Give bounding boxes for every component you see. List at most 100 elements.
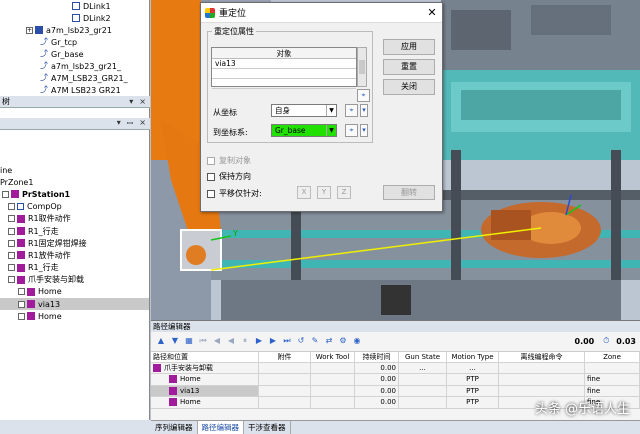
grid-cell[interactable] bbox=[499, 385, 585, 396]
grid-icon[interactable]: ▦ bbox=[183, 335, 195, 347]
grid-cell[interactable] bbox=[259, 362, 311, 373]
panel-close-icon[interactable]: × bbox=[139, 97, 146, 106]
grid-cell[interactable] bbox=[499, 374, 585, 385]
grid-cell[interactable] bbox=[499, 362, 585, 373]
move-down-icon[interactable]: ▼ bbox=[169, 335, 181, 347]
operation-tree-node[interactable]: R1放件动作 bbox=[0, 249, 149, 261]
pick-object-icon[interactable]: ⌖ bbox=[357, 89, 370, 102]
panel-dropdown-icon[interactable]: ▾ bbox=[117, 118, 121, 129]
grid-cell[interactable] bbox=[259, 374, 311, 385]
expand-icon[interactable] bbox=[8, 251, 15, 259]
tree-node[interactable]: ⤴ a7m_lsb23_gr21_ bbox=[0, 60, 149, 72]
expand-icon[interactable]: + bbox=[26, 26, 33, 34]
tree-node[interactable]: ⤴ A7M LSB23 GR21 bbox=[0, 84, 149, 96]
teach-icon[interactable]: ✎ bbox=[309, 335, 321, 347]
grid-cell[interactable]: 0.00 bbox=[355, 374, 399, 385]
path-row[interactable]: Home 0.00 PTP fine bbox=[151, 374, 640, 386]
column-header[interactable]: Motion Type bbox=[447, 352, 499, 362]
grid-cell[interactable] bbox=[311, 385, 355, 396]
axis-z-button[interactable]: Z bbox=[337, 186, 351, 199]
expand-icon[interactable] bbox=[18, 300, 25, 308]
grid-cell[interactable]: 0.00 bbox=[355, 362, 399, 373]
from-frame-select[interactable]: 自身 ▼ bbox=[271, 104, 337, 117]
expand-icon[interactable] bbox=[8, 203, 15, 211]
expand-icon[interactable] bbox=[8, 276, 15, 284]
reset-button[interactable]: 重置 bbox=[383, 59, 435, 75]
expand-icon[interactable] bbox=[18, 312, 25, 320]
grid-cell[interactable]: ... bbox=[399, 362, 447, 373]
grid-cell[interactable]: Home bbox=[151, 397, 259, 408]
translate-only-checkbox[interactable]: 平移仅针对: bbox=[207, 188, 262, 199]
expand-icon[interactable] bbox=[8, 239, 15, 247]
tree-node[interactable]: ⤴ Gr_tcp bbox=[0, 36, 149, 48]
grid-cell[interactable]: fine bbox=[585, 385, 640, 396]
grid-cell[interactable]: 爪手安装与卸载 bbox=[151, 362, 259, 373]
grid-cell[interactable]: 0.00 bbox=[355, 385, 399, 396]
grid-cell[interactable]: Home bbox=[151, 374, 259, 385]
operation-tree-node[interactable]: R1固定焊钳焊接 bbox=[0, 237, 149, 249]
operation-tree-node[interactable]: CompOp bbox=[0, 201, 149, 213]
play-back-icon[interactable]: ◀ bbox=[225, 335, 237, 347]
loop-icon[interactable]: ↺ bbox=[295, 335, 307, 347]
grid-cell[interactable]: ... bbox=[447, 362, 499, 373]
tree-node[interactable]: ⤴ Gr_base bbox=[0, 48, 149, 60]
panel-dropdown-icon[interactable]: ▾ bbox=[129, 97, 133, 106]
column-header[interactable]: 离线编程命令 bbox=[499, 352, 585, 362]
object-list-scrollbar[interactable] bbox=[357, 47, 367, 87]
step-forward-icon[interactable]: ▶ bbox=[267, 335, 279, 347]
tab-path-editor[interactable]: 路径编辑器 bbox=[197, 421, 244, 434]
operation-tree-node[interactable]: PrZone1 bbox=[0, 176, 149, 188]
object-list-row[interactable] bbox=[212, 79, 356, 89]
record-icon[interactable]: ◉ bbox=[351, 335, 363, 347]
column-header[interactable]: Gun State bbox=[399, 352, 447, 362]
operation-tree-node[interactable]: ine bbox=[0, 164, 149, 176]
grid-cell[interactable] bbox=[399, 374, 447, 385]
tree-node[interactable]: DLink1 bbox=[0, 0, 149, 12]
grid-cell[interactable]: fine bbox=[585, 374, 640, 385]
forward-end-icon[interactable]: ⏭ bbox=[281, 335, 293, 347]
expand-icon[interactable] bbox=[18, 288, 25, 296]
sync-icon[interactable]: ⇄ bbox=[323, 335, 335, 347]
rewind-start-icon[interactable]: ⏮ bbox=[197, 335, 209, 347]
tree-node[interactable]: + a7m_lsb23_gr21 bbox=[0, 24, 149, 36]
object-list-row[interactable]: via13 bbox=[212, 59, 356, 69]
operation-tree-node[interactable]: via13 bbox=[0, 298, 149, 311]
copy-object-checkbox[interactable]: 复制对象 bbox=[207, 155, 251, 166]
frame-pick-icon[interactable]: ⌖ bbox=[345, 104, 358, 117]
operation-tree-node[interactable]: Home bbox=[0, 286, 149, 298]
grid-cell[interactable] bbox=[311, 374, 355, 385]
grid-cell[interactable] bbox=[311, 397, 355, 408]
step-back-icon[interactable]: ◀ bbox=[211, 335, 223, 347]
expand-icon[interactable] bbox=[8, 227, 15, 235]
expand-icon[interactable] bbox=[8, 264, 15, 272]
grid-cell[interactable] bbox=[399, 385, 447, 396]
grid-cell[interactable]: PTP bbox=[447, 385, 499, 396]
frame-pick-dropdown-icon[interactable]: ▾ bbox=[360, 124, 368, 137]
grid-cell[interactable]: PTP bbox=[447, 374, 499, 385]
pause-icon[interactable]: ⏸ bbox=[239, 335, 251, 347]
operation-tree-node[interactable]: 爪手安装与卸载 bbox=[0, 274, 149, 286]
grid-cell[interactable] bbox=[399, 397, 447, 408]
play-icon[interactable]: ▶ bbox=[253, 335, 265, 347]
path-row[interactable]: 爪手安装与卸载 0.00...... bbox=[151, 362, 640, 374]
panel-close-icon[interactable]: × bbox=[139, 118, 146, 129]
object-list-row[interactable] bbox=[212, 69, 356, 79]
operation-tree-node[interactable]: Home bbox=[0, 310, 149, 322]
column-header[interactable]: Zone bbox=[585, 352, 640, 362]
timer-icon[interactable]: ⏱ bbox=[600, 335, 612, 347]
tree-node[interactable]: ⤴ A7M_LSB23_GR21_ bbox=[0, 72, 149, 84]
operation-tree-node[interactable]: PrStation1 bbox=[0, 188, 149, 200]
settings-icon[interactable]: ⚙ bbox=[337, 335, 349, 347]
apply-button[interactable]: 应用 bbox=[383, 39, 435, 55]
expand-icon[interactable] bbox=[8, 215, 15, 223]
close-icon[interactable]: ✕ bbox=[422, 6, 442, 19]
flip-button[interactable]: 翻转 bbox=[383, 185, 435, 200]
grid-cell[interactable] bbox=[259, 385, 311, 396]
tab-sequence-editor[interactable]: 序列编辑器 bbox=[151, 421, 198, 434]
operation-tree-node[interactable]: R1取件动作 bbox=[0, 213, 149, 225]
panel-pin-icon[interactable]: ꟷ bbox=[127, 118, 134, 129]
grid-cell[interactable]: 0.00 bbox=[355, 397, 399, 408]
move-up-icon[interactable]: ▲ bbox=[155, 335, 167, 347]
expand-icon[interactable] bbox=[2, 190, 9, 198]
grid-cell[interactable]: via13 bbox=[151, 385, 259, 396]
